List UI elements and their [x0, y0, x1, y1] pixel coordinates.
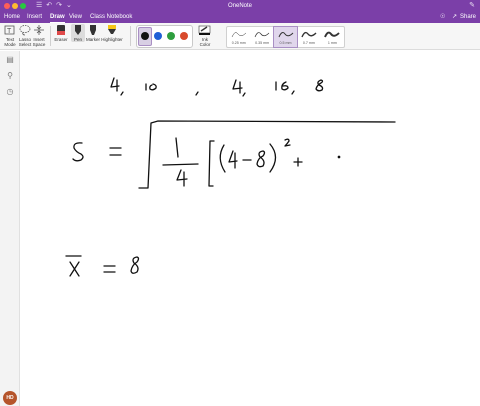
stroke-preview-icon [254, 32, 270, 38]
ink-color-button[interactable]: Ink Color [195, 24, 215, 47]
black-pen-swatch[interactable] [141, 32, 149, 40]
stroke-preview-icon [231, 32, 246, 38]
pen-icon[interactable]: ✎ [469, 1, 475, 11]
recent-icon[interactable]: ◷ [5, 87, 15, 97]
thickness-label: 1 mm [327, 41, 337, 45]
text-mode-button[interactable]: T Text Mode [3, 24, 17, 47]
ink-values-row [110, 77, 324, 97]
notebooks-icon[interactable]: ▤ [5, 55, 15, 65]
insert-space-label-2: Space [32, 42, 46, 47]
ink-mean [65, 255, 140, 277]
pen-label: Pen [73, 37, 82, 42]
ink-fraction [162, 137, 199, 187]
lasso-label-2: Select [18, 42, 32, 47]
insert-space-button[interactable]: Insert Space [32, 24, 46, 47]
thickness-option-05[interactable]: 0.5 mm [272, 26, 299, 48]
ink-squared-term [219, 138, 341, 173]
thickness-option-1[interactable]: 1 mm [321, 27, 344, 47]
thickness-option-025[interactable]: 0.25 mm [227, 27, 250, 47]
marker-icon [90, 25, 96, 35]
eraser-label: Eraser [54, 37, 68, 42]
thickness-label: 0.25 mm [231, 41, 246, 45]
ribbon-divider [50, 26, 51, 46]
share-icon[interactable]: ↗ [452, 13, 457, 22]
marker-label: Marker [86, 37, 101, 42]
lightbulb-icon[interactable]: ☉ [440, 13, 445, 22]
thickness-label: 0.5 mm [279, 41, 292, 45]
ink-color-label-2: Color [199, 42, 211, 47]
left-nav: ▤ ⚲ ◷ [0, 51, 20, 406]
text-mode-icon: T [4, 25, 15, 35]
tab-view[interactable]: View [69, 13, 82, 22]
ribbon-divider [130, 26, 131, 46]
eraser-button[interactable]: Eraser [53, 24, 69, 42]
stroke-preview-icon [301, 31, 317, 38]
highlighter-label: Highlighter [101, 37, 123, 42]
thickness-option-035[interactable]: 0.35 mm [250, 27, 273, 47]
highlighter-icon [108, 25, 116, 34]
tab-draw[interactable]: Draw [50, 13, 65, 23]
title-bar: ☰ ↶ ↷ ⌄ OneNote ✎ [0, 0, 480, 12]
pen-gallery [136, 25, 193, 48]
note-canvas[interactable] [21, 51, 480, 406]
lasso-select-button[interactable]: Lasso Select [17, 24, 33, 47]
insert-space-icon [34, 25, 44, 35]
tab-insert[interactable]: Insert [27, 13, 42, 22]
red-pen-swatch[interactable] [180, 32, 188, 40]
svg-text:T: T [7, 28, 12, 35]
thickness-label: 0.7 mm [302, 41, 315, 45]
thickness-gallery: 0.25 mm 0.35 mm 0.5 mm 0.7 mm 1 mm [226, 26, 345, 48]
ink-bracket [208, 140, 215, 187]
eraser-icon [57, 25, 65, 35]
tab-class-notebook[interactable]: Class Notebook [90, 13, 132, 22]
highlighter-button[interactable]: Highlighter [100, 24, 124, 42]
green-pen-swatch[interactable] [167, 32, 175, 40]
thickness-option-07[interactable]: 0.7 mm [297, 27, 320, 47]
pen-tool-icon [75, 25, 81, 35]
app-title: OneNote [227, 3, 252, 9]
ink-s-equals [72, 142, 122, 162]
share-button[interactable]: Share [460, 13, 476, 22]
menu-bar: Home Insert Draw View Class Notebook ☉ ↗… [0, 12, 480, 23]
stroke-preview-icon [278, 32, 293, 38]
draw-ribbon: T Text Mode Lasso Select Insert Space Er… [0, 23, 480, 50]
ink-color-icon [198, 25, 211, 35]
blue-pen-swatch[interactable] [154, 32, 162, 40]
avatar[interactable]: HD [3, 391, 17, 405]
text-mode-label-2: Mode [4, 42, 16, 47]
pen-tool-button[interactable]: Pen [71, 24, 85, 42]
tab-home[interactable]: Home [4, 13, 20, 22]
stroke-preview-icon [324, 31, 340, 38]
marker-button[interactable]: Marker [86, 24, 100, 42]
handwriting-ink [65, 77, 396, 277]
lasso-icon [19, 25, 31, 36]
thickness-label: 0.35 mm [255, 41, 270, 45]
search-icon[interactable]: ⚲ [5, 71, 15, 81]
